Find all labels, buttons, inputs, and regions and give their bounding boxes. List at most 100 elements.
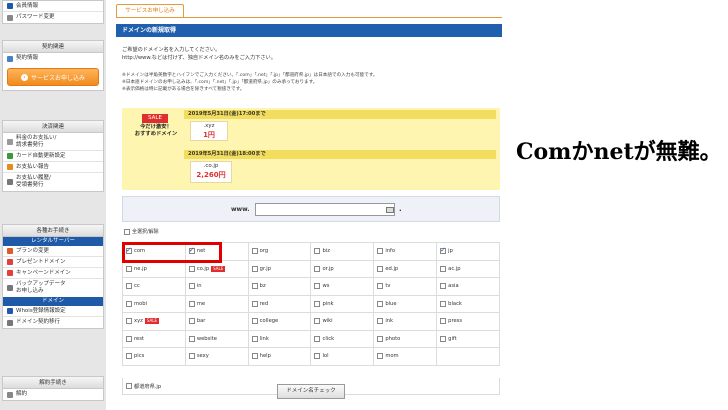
tld-checkbox[interactable]: [251, 318, 258, 325]
tld-checkbox[interactable]: [440, 318, 447, 325]
sidebar-item[interactable]: プレゼントドメイン: [3, 257, 103, 268]
tld-checkbox[interactable]: [314, 335, 321, 342]
tld-checkbox[interactable]: [188, 318, 195, 325]
tld-checkbox[interactable]: [126, 283, 132, 290]
tld-checkbox[interactable]: [126, 318, 132, 325]
tld-option-mom[interactable]: mom: [374, 348, 438, 366]
tld-option-red[interactable]: red: [248, 295, 312, 313]
tld-option-mobi[interactable]: mobi: [123, 295, 186, 313]
tld-option-rest[interactable]: rest: [123, 330, 186, 348]
tld-option-ws[interactable]: ws: [311, 278, 375, 296]
tld-checkbox[interactable]: [440, 283, 447, 290]
tld-checkbox[interactable]: [314, 300, 321, 307]
tld-option-wiki[interactable]: wiki: [311, 313, 375, 331]
tld-option-me[interactable]: me: [185, 295, 249, 313]
sidebar-item[interactable]: キャンペーンドメイン: [3, 268, 103, 279]
tld-option-info[interactable]: info: [374, 243, 438, 261]
sidebar-item[interactable]: 会員情報: [3, 1, 103, 12]
sidebar-item[interactable]: カード自動更新設定: [3, 151, 103, 162]
service-apply-button[interactable]: › サービスお申し込み: [7, 68, 99, 86]
tld-option-website[interactable]: website: [185, 330, 249, 348]
domain-name-input[interactable]: [255, 203, 395, 216]
tld-option-gift[interactable]: gift: [437, 330, 500, 348]
tld-option-bz[interactable]: bz: [248, 278, 312, 296]
tld-checkbox[interactable]: [188, 335, 195, 342]
tld-option-sexy[interactable]: sexy: [185, 348, 249, 366]
tld-checkbox[interactable]: [314, 265, 321, 272]
sidebar-item[interactable]: ドメイン契約移行: [3, 317, 103, 328]
tld-checkbox[interactable]: [188, 353, 195, 360]
tld-checkbox[interactable]: [188, 265, 195, 272]
tld-checkbox[interactable]: [314, 248, 321, 255]
tld-checkbox[interactable]: [377, 300, 384, 307]
tld-checkbox[interactable]: [377, 283, 384, 290]
tld-option-bar[interactable]: bar: [185, 313, 249, 331]
tld-checkbox[interactable]: [126, 383, 132, 389]
keyboard-icon[interactable]: [386, 207, 394, 213]
tld-checkbox[interactable]: [188, 283, 195, 290]
tld-checkbox[interactable]: [251, 265, 258, 272]
sidebar-item[interactable]: Whois登録情報設定: [3, 306, 103, 317]
tld-checkbox[interactable]: [314, 353, 321, 360]
tld-option-black[interactable]: black: [437, 295, 500, 313]
tld-option-xyz[interactable]: xyz SALE: [123, 313, 186, 331]
tld-option-blue[interactable]: blue: [374, 295, 438, 313]
tld-checkbox[interactable]: [251, 248, 258, 255]
tld-checkbox[interactable]: [314, 318, 321, 325]
tld-option-co-jp[interactable]: co.jp SALE: [185, 260, 249, 278]
tld-checkbox[interactable]: [251, 353, 258, 360]
tld-option-help[interactable]: help: [248, 348, 312, 366]
tld-option-jp[interactable]: jp: [437, 243, 500, 261]
tld-checkbox[interactable]: [251, 283, 258, 290]
tld-checkbox[interactable]: [126, 265, 132, 272]
sidebar-item[interactable]: 料金のお支払い/ 請求書発行: [3, 133, 103, 151]
tld-option-click[interactable]: click: [311, 330, 375, 348]
tld-option-pink[interactable]: pink: [311, 295, 375, 313]
tld-option-ac-jp[interactable]: ac.jp: [437, 260, 500, 278]
tld-checkbox[interactable]: [440, 300, 447, 307]
select-all-toggle[interactable]: 全選択/解除: [124, 228, 159, 235]
tld-checkbox[interactable]: [188, 300, 195, 307]
sidebar-item[interactable]: お支払い報告: [3, 162, 103, 173]
tld-option-biz[interactable]: biz: [311, 243, 375, 261]
domain-check-button[interactable]: ドメイン名チェック: [277, 384, 345, 399]
sidebar-item[interactable]: お支払い履歴/ 受領書発行: [3, 173, 103, 191]
promo-card-cojp[interactable]: .co.jp 2,260円: [190, 161, 232, 183]
tld-checkbox[interactable]: [251, 300, 258, 307]
tld-checkbox[interactable]: [440, 265, 447, 272]
tld-option-org[interactable]: org: [248, 243, 312, 261]
tld-option-pics[interactable]: pics: [123, 348, 186, 366]
tld-checkbox[interactable]: [251, 335, 258, 342]
tld-option-college[interactable]: college: [248, 313, 312, 331]
tld-checkbox[interactable]: [377, 353, 384, 360]
sidebar-item[interactable]: プランの変更: [3, 246, 103, 257]
tld-checkbox[interactable]: [377, 318, 384, 325]
sidebar-item[interactable]: パスワード変更: [3, 12, 103, 23]
tld-option-photo[interactable]: photo: [374, 330, 438, 348]
select-all-checkbox[interactable]: [124, 228, 130, 235]
tld-option-tv[interactable]: tv: [374, 278, 438, 296]
tld-checkbox[interactable]: [377, 265, 384, 272]
tld-option-ne-jp[interactable]: ne.jp: [123, 260, 186, 278]
tld-option-or-jp[interactable]: or.jp: [311, 260, 375, 278]
tld-checkbox[interactable]: [126, 335, 132, 342]
tld-option-press[interactable]: press: [437, 313, 500, 331]
tld-checkbox[interactable]: [314, 283, 321, 290]
promo-card-xyz[interactable]: .xyz 1円: [190, 121, 228, 141]
sidebar-item[interactable]: 解約: [3, 389, 103, 400]
tld-option-lol[interactable]: lol: [311, 348, 375, 366]
tld-checkbox[interactable]: [377, 335, 384, 342]
tld-option-cc[interactable]: cc: [123, 278, 186, 296]
tld-checkbox[interactable]: [440, 335, 447, 342]
tld-checkbox[interactable]: [377, 248, 384, 255]
sidebar-item[interactable]: バックアップデータ お申し込み: [3, 279, 103, 297]
tld-option-link[interactable]: link: [248, 330, 312, 348]
tld-checkbox[interactable]: [440, 246, 447, 255]
tld-option-asia[interactable]: asia: [437, 278, 500, 296]
tld-option-ink[interactable]: ink: [374, 313, 438, 331]
tld-option-in[interactable]: in: [185, 278, 249, 296]
sidebar-item[interactable]: 契約情報: [3, 53, 103, 64]
tld-checkbox[interactable]: [126, 300, 132, 307]
tld-option-ed-jp[interactable]: ed.jp: [374, 260, 438, 278]
tld-checkbox[interactable]: [126, 353, 132, 360]
